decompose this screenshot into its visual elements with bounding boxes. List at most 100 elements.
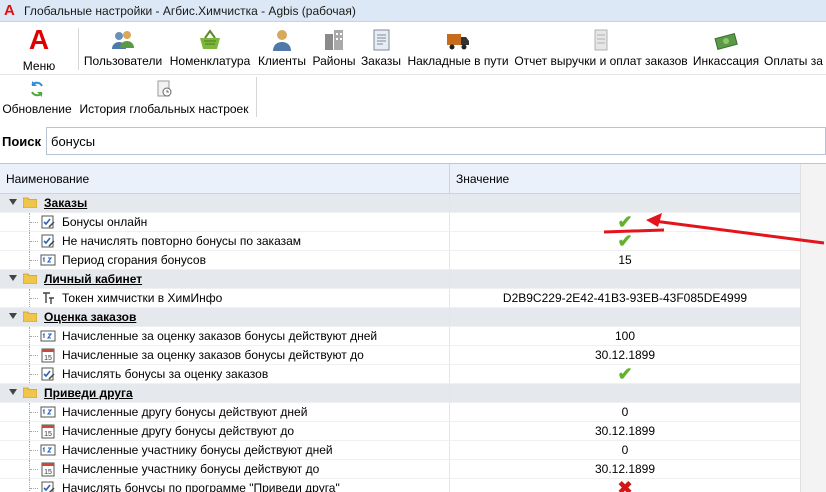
setting-row[interactable]: Период сгорания бонусов 15: [0, 251, 800, 270]
date-param-icon: 15: [40, 461, 56, 477]
num-param-icon: [40, 328, 56, 344]
bool-param-icon: [40, 214, 56, 230]
collapse-arrow-icon[interactable]: [9, 275, 17, 281]
group-label: Оценка заказов: [44, 310, 137, 324]
tree-branch: [30, 431, 38, 433]
collapse-arrow-icon[interactable]: [9, 313, 17, 319]
districts-button[interactable]: Районы: [310, 22, 358, 74]
checkmark-icon[interactable]: ✔: [450, 365, 800, 383]
group-row[interactable]: Личный кабинет: [0, 270, 800, 289]
group-label: Приведи друга: [44, 386, 133, 400]
setting-name: Начисленные участнику бонусы действуют д…: [62, 462, 320, 476]
svg-text:15: 15: [44, 355, 52, 362]
setting-value[interactable]: D2B9C229-2E42-41B3-93EB-43F085DE4999: [450, 291, 800, 305]
tree-branch: [30, 336, 38, 338]
column-divider: [449, 308, 450, 326]
setting-row[interactable]: Начислять бонусы по программе "Приведи д…: [0, 479, 800, 492]
setting-name: Начисленные другу бонусы действуют дней: [62, 405, 308, 419]
grid-header: Наименование Значение: [0, 164, 800, 194]
num-param-icon: [40, 442, 56, 458]
group-label: Личный кабинет: [44, 272, 143, 286]
search-label: Поиск: [2, 134, 42, 149]
users-icon: [112, 31, 134, 49]
group-row[interactable]: Оценка заказов: [0, 308, 800, 327]
setting-value[interactable]: 0: [450, 405, 800, 419]
money-icon: [714, 32, 738, 50]
tree-branch: [30, 222, 38, 224]
column-header-name[interactable]: Наименование: [6, 172, 89, 186]
search-bar: Поиск: [0, 124, 826, 158]
setting-value[interactable]: 0: [450, 443, 800, 457]
group-label: Заказы: [44, 196, 88, 210]
orders-button[interactable]: Заказы: [360, 22, 402, 74]
toolbar-separator: [256, 77, 257, 117]
window-title: Глобальные настройки - Агбис.Химчистка -…: [24, 3, 356, 18]
toolbar-separator: [78, 28, 79, 70]
setting-name: Не начислять повторно бонусы по заказам: [62, 234, 302, 248]
settings-history-button[interactable]: История глобальных настроек: [76, 75, 252, 121]
payments-button[interactable]: Оплаты за: [764, 22, 826, 74]
orders-icon: [373, 29, 390, 51]
column-divider: [449, 384, 450, 402]
folder-icon: [23, 197, 37, 208]
bool-param-icon: [40, 233, 56, 249]
setting-row[interactable]: 15 Начисленные участнику бонусы действуют…: [0, 460, 800, 479]
waybills-button[interactable]: Накладные в пути: [404, 22, 512, 74]
folder-icon: [23, 387, 37, 398]
setting-name: Начислять бонусы по программе "Приведи д…: [62, 481, 340, 492]
setting-name: Начисленные за оценку заказов бонусы дей…: [62, 329, 378, 343]
setting-value[interactable]: 30.12.1899: [450, 348, 800, 362]
setting-value[interactable]: 30.12.1899: [450, 424, 800, 438]
setting-value[interactable]: 30.12.1899: [450, 462, 800, 476]
search-input[interactable]: [46, 127, 826, 155]
column-header-value[interactable]: Значение: [456, 172, 509, 186]
column-divider: [449, 270, 450, 288]
setting-row[interactable]: Начисленные за оценку заказов бонусы дей…: [0, 327, 800, 346]
tree-branch: [30, 488, 38, 490]
payments-icon: [782, 28, 808, 52]
users-button[interactable]: Пользователи: [82, 22, 164, 74]
setting-name: Начисленные за оценку заказов бонусы дей…: [62, 348, 364, 362]
buildings-icon: [325, 30, 343, 50]
refresh-button[interactable]: Обновление: [0, 75, 74, 121]
setting-row[interactable]: Начислять бонусы за оценку заказов ✔: [0, 365, 800, 384]
collapse-arrow-icon[interactable]: [9, 199, 17, 205]
annotation-arrow-icon: [603, 213, 825, 245]
app-logo-icon: A: [4, 1, 15, 19]
setting-value[interactable]: 15: [450, 253, 800, 267]
client-icon: [273, 30, 291, 51]
report-icon: [594, 29, 608, 51]
tree-branch: [30, 298, 38, 300]
setting-name: Начислять бонусы за оценку заказов: [62, 367, 269, 381]
tree-branch: [30, 260, 38, 262]
menu-button[interactable]: A Меню: [4, 22, 74, 74]
history-icon: [157, 80, 172, 97]
collapse-arrow-icon[interactable]: [9, 389, 17, 395]
svg-text:15: 15: [44, 431, 52, 438]
cross-icon[interactable]: ✖: [450, 479, 800, 492]
nomenclature-button[interactable]: Номенклатура: [166, 22, 254, 74]
tree-branch: [30, 469, 38, 471]
setting-row[interactable]: 15 Начисленные другу бонусы действуют до 3…: [0, 422, 800, 441]
clients-button[interactable]: Клиенты: [256, 22, 308, 74]
revenue-report-button[interactable]: Отчет выручки и оплат заказов: [514, 22, 688, 74]
setting-row[interactable]: Начисленные участнику бонусы действуют д…: [0, 441, 800, 460]
folder-icon: [23, 273, 37, 284]
bool-param-icon: [40, 366, 56, 382]
setting-name: Начисленные участнику бонусы действуют д…: [62, 443, 333, 457]
setting-row[interactable]: Начисленные другу бонусы действуют дней 0: [0, 403, 800, 422]
setting-row[interactable]: 15 Начисленные за оценку заказов бонусы д…: [0, 346, 800, 365]
encashment-button[interactable]: Инкассация: [690, 22, 762, 74]
column-divider: [449, 164, 450, 193]
refresh-icon: [31, 81, 43, 97]
basket-icon: [200, 29, 220, 49]
setting-name: Бонусы онлайн: [62, 215, 148, 229]
num-param-icon: [40, 252, 56, 268]
setting-value[interactable]: 100: [450, 329, 800, 343]
tree-branch: [30, 374, 38, 376]
menu-logo-icon: A: [28, 24, 50, 55]
text-param-icon: [40, 290, 56, 306]
group-row[interactable]: Приведи друга: [0, 384, 800, 403]
truck-icon: [447, 34, 469, 50]
setting-row[interactable]: Токен химчистки в ХимИнфо D2B9C229-2E42-4…: [0, 289, 800, 308]
